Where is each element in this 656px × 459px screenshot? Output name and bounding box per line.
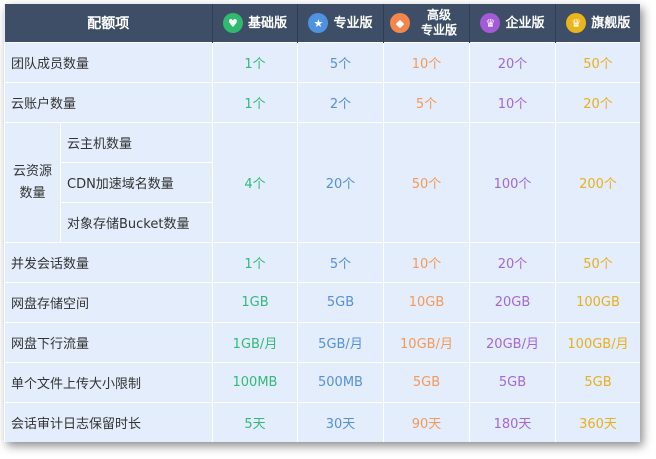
table-row: 网盘下行流量 1GB/月 5GB/月 10GB/月 20GB/月 100GB/月	[4, 322, 640, 363]
cell-basic: 5天	[212, 402, 298, 442]
row-label: 网盘下行流量	[4, 322, 213, 363]
table-row: 单个文件上传大小限制 100MB 500MB 5GB 5GB 5GB	[4, 362, 640, 403]
cell-pro: 2个	[297, 82, 384, 123]
cell-flagship: 20个	[555, 82, 640, 123]
table-row: 会话审计日志保留时长 5天 30天 90天 180天 360天	[4, 402, 640, 442]
cell-pro: 5GB/月	[297, 322, 384, 363]
crown-icon: ♛	[566, 13, 587, 33]
cell-pro: 500MB	[297, 362, 384, 403]
cell-advanced: 5GB	[383, 362, 470, 403]
header-plan-basic: ♥ 基础版	[212, 4, 298, 43]
cell-advanced: 10个	[383, 242, 470, 283]
quota-comparison-table: 配额项 ♥ 基础版 ★ 专业版 ◆ 高级 专业版 ♛ 企业版 ♛ 旗舰版 团队成…	[4, 4, 640, 442]
cell-enterprise: 100个	[469, 122, 556, 243]
cell-advanced: 10GB	[383, 282, 470, 323]
cell-enterprise: 5GB	[469, 362, 556, 403]
header-plan-advanced: ◆ 高级 专业版	[383, 4, 470, 43]
row-label: 网盘存储空间	[4, 282, 213, 323]
gem-icon: ◆	[390, 13, 410, 33]
cell-basic: 1个	[212, 242, 298, 283]
cell-flagship: 5GB	[555, 362, 640, 403]
sub-row-label: 云主机数量	[60, 122, 213, 163]
pricing-table-frame: 配额项 ♥ 基础版 ★ 专业版 ◆ 高级 专业版 ♛ 企业版 ♛ 旗舰版 团队成…	[4, 4, 640, 442]
cell-enterprise: 20GB	[469, 282, 556, 323]
row-label: 单个文件上传大小限制	[4, 362, 213, 403]
sub-row-label: 对象存储Bucket数量	[60, 202, 213, 243]
table-row: 网盘存储空间 1GB 5GB 10GB 20GB 100GB	[4, 282, 640, 323]
cell-basic: 100MB	[212, 362, 298, 403]
cell-enterprise: 20个	[469, 242, 556, 283]
header-plan-advanced-line1: 高级	[426, 8, 451, 22]
header-plan-pro: ★ 专业版	[297, 4, 384, 43]
table-header-row: 配额项 ♥ 基础版 ★ 专业版 ◆ 高级 专业版 ♛ 企业版 ♛ 旗舰版	[4, 4, 640, 43]
group-label: 云资源 数量	[4, 122, 61, 243]
table-row: 团队成员数量 1个 5个 10个 20个 50个	[4, 42, 640, 83]
row-label: 云账户数量	[4, 82, 213, 123]
cell-enterprise: 20个	[469, 42, 556, 83]
cell-basic: 1个	[212, 82, 298, 123]
cell-basic: 1GB/月	[212, 322, 298, 363]
cell-advanced: 90天	[383, 402, 470, 442]
row-label: 并发会话数量	[4, 242, 213, 283]
cell-enterprise: 10个	[469, 82, 556, 123]
cell-advanced: 50个	[383, 122, 470, 243]
table-row: 并发会话数量 1个 5个 10个 20个 50个	[4, 242, 640, 283]
cell-flagship: 50个	[555, 42, 640, 83]
cell-flagship: 360天	[555, 402, 640, 442]
cell-advanced: 10GB/月	[383, 322, 470, 363]
header-feature: 配额项	[4, 4, 213, 43]
header-plan-enterprise: ♛ 企业版	[469, 4, 556, 43]
header-plan-advanced-line2: 专业版	[420, 23, 457, 37]
table-row: 云资源 数量 云主机数量 4个 20个 50个 100个 200个	[4, 122, 640, 243]
table-row: 云账户数量 1个 2个 5个 10个 20个	[4, 82, 640, 123]
crown-icon: ♛	[480, 13, 501, 33]
cell-advanced: 5个	[383, 82, 470, 123]
cell-flagship: 50个	[555, 242, 640, 283]
row-label: 会话审计日志保留时长	[4, 402, 213, 442]
group-label-line1: 云资源	[12, 163, 52, 179]
header-plan-flagship: ♛ 旗舰版	[555, 4, 640, 43]
cell-pro: 20个	[297, 122, 384, 243]
cell-pro: 30天	[297, 402, 384, 442]
heart-icon: ♥	[222, 13, 243, 33]
cell-flagship: 100GB/月	[555, 322, 640, 363]
cell-basic: 1GB	[212, 282, 298, 323]
group-label-line2: 数量	[19, 185, 46, 201]
cell-flagship: 100GB	[555, 282, 640, 323]
sub-row-label: CDN加速域名数量	[60, 162, 213, 203]
cell-flagship: 200个	[555, 122, 640, 243]
cell-basic: 1个	[212, 42, 298, 83]
cell-enterprise: 180天	[469, 402, 556, 442]
cell-pro: 5个	[297, 42, 384, 83]
cell-pro: 5个	[297, 242, 384, 283]
cell-advanced: 10个	[383, 42, 470, 83]
cell-enterprise: 20GB/月	[469, 322, 556, 363]
star-icon: ★	[308, 13, 329, 33]
cell-basic: 4个	[212, 122, 298, 243]
row-label: 团队成员数量	[4, 42, 213, 83]
cell-pro: 5GB	[297, 282, 384, 323]
